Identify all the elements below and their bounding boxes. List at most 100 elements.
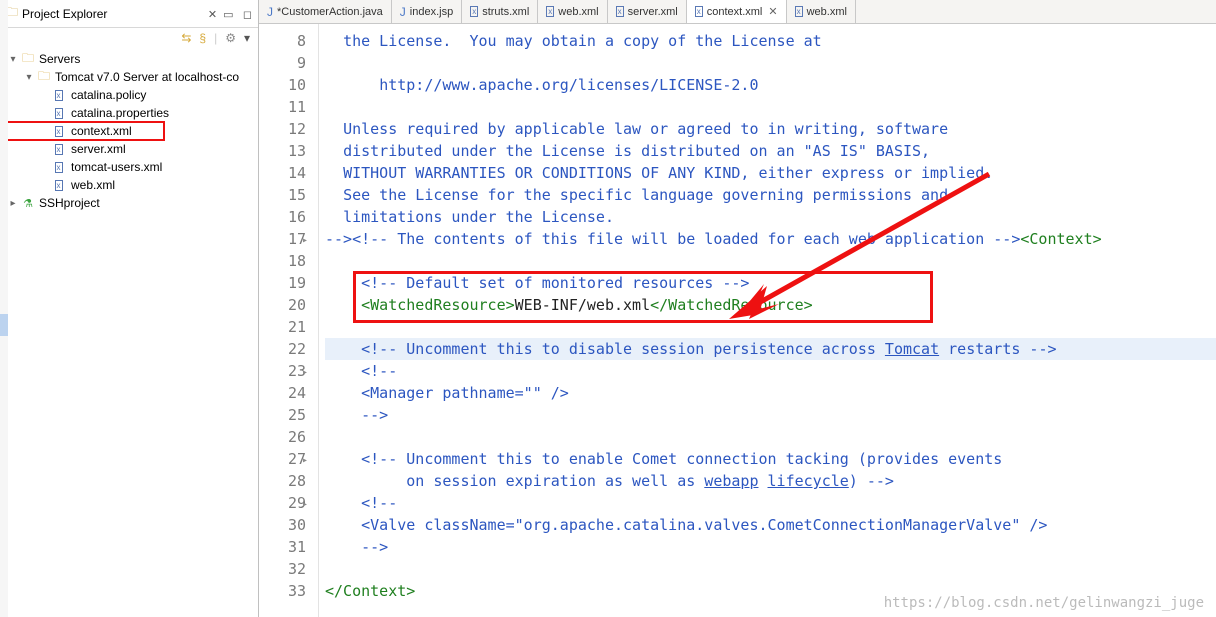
- editor-tab[interactable]: x struts.xml: [462, 0, 538, 23]
- tree-label: SSHproject: [39, 196, 100, 210]
- tab-label: context.xml: [707, 6, 763, 18]
- tab-label: *CustomerAction.java: [277, 6, 383, 18]
- editor-body: 8910111213141516171819202122232425262728…: [259, 24, 1216, 617]
- line-number: 28: [259, 470, 306, 492]
- link-icon[interactable]: ⇆: [181, 31, 191, 45]
- code-line[interactable]: -->: [325, 536, 1216, 558]
- line-number: 10: [259, 74, 306, 96]
- code-line[interactable]: distributed under the License is distrib…: [325, 140, 1216, 162]
- project-explorer-panel: 🗀 Project Explorer ✕ ▭ ◻ ⇆ § | ⚙ ▾ ▾🗀 Se…: [0, 0, 259, 617]
- tree-node-file[interactable]: x server.xml: [4, 140, 258, 158]
- tree-label: Tomcat v7.0 Server at localhost-co: [55, 70, 239, 84]
- line-number: 16: [259, 206, 306, 228]
- code-line[interactable]: limitations under the License.: [325, 206, 1216, 228]
- editor-tab[interactable]: xserver.xml: [608, 0, 687, 23]
- line-number: 21: [259, 316, 306, 338]
- editor-tab[interactable]: J *CustomerAction.java: [259, 0, 392, 23]
- code-line[interactable]: <!-- Uncomment this to enable Comet conn…: [325, 448, 1216, 470]
- annotation-red-box: [353, 271, 933, 323]
- line-number: 22: [259, 338, 306, 360]
- code-line[interactable]: the License. You may obtain a copy of th…: [325, 30, 1216, 52]
- line-number: 27: [259, 448, 306, 470]
- line-number: 24: [259, 382, 306, 404]
- code-line[interactable]: [325, 52, 1216, 74]
- code-line[interactable]: --><!-- The contents of this file will b…: [325, 228, 1216, 250]
- editor-tab[interactable]: xweb.xml: [538, 0, 607, 23]
- xml-icon: x: [470, 6, 478, 17]
- explorer-toolbar: ⇆ § | ⚙ ▾: [0, 28, 258, 48]
- line-number: 25: [259, 404, 306, 426]
- code-line[interactable]: [325, 558, 1216, 580]
- tab-label: server.xml: [628, 6, 678, 18]
- line-number: 23: [259, 360, 306, 382]
- line-number: 9: [259, 52, 306, 74]
- tree-node-file-context-xml[interactable]: x context.xml: [4, 122, 164, 140]
- view-menu-icon[interactable]: ⚙: [225, 31, 236, 45]
- code-area[interactable]: the License. You may obtain a copy of th…: [319, 24, 1216, 617]
- line-number: 33: [259, 580, 306, 602]
- xml-icon: x: [695, 6, 703, 17]
- tree-label: server.xml: [71, 142, 126, 156]
- editor-tab[interactable]: Jindex.jsp: [392, 0, 462, 23]
- code-line[interactable]: <Valve className="org.apache.catalina.va…: [325, 514, 1216, 536]
- code-line[interactable]: <!--: [325, 492, 1216, 514]
- explorer-titlebar: 🗀 Project Explorer ✕ ▭ ◻: [0, 0, 258, 28]
- tree-node-tomcat[interactable]: ▾🗀 Tomcat v7.0 Server at localhost-co: [4, 68, 258, 86]
- tree-label: catalina.properties: [71, 106, 169, 120]
- tab-label: web.xml: [807, 6, 847, 18]
- code-line[interactable]: [325, 426, 1216, 448]
- tree-node-file[interactable]: x catalina.policy: [4, 86, 258, 104]
- code-line[interactable]: <!--: [325, 360, 1216, 382]
- code-line[interactable]: <!-- Uncomment this to disable session p…: [325, 338, 1216, 360]
- editor-tab[interactable]: x context.xml ✕: [687, 0, 787, 23]
- code-line[interactable]: See the License for the specific languag…: [325, 184, 1216, 206]
- explorer-title: Project Explorer: [22, 7, 202, 21]
- line-number: 15: [259, 184, 306, 206]
- line-number: 13: [259, 140, 306, 162]
- minimize-icon[interactable]: ▭: [223, 9, 233, 21]
- line-number: 8: [259, 30, 306, 52]
- line-number: 17: [259, 228, 306, 250]
- maximize-icon[interactable]: ◻: [243, 9, 252, 21]
- tree-node-file[interactable]: x catalina.properties: [4, 104, 258, 122]
- line-number: 32: [259, 558, 306, 580]
- code-line[interactable]: -->: [325, 404, 1216, 426]
- editor-area: J *CustomerAction.java Jindex.jsp x struts.x…: [259, 0, 1216, 617]
- line-number: 31: [259, 536, 306, 558]
- tree-node-servers[interactable]: ▾🗀 Servers: [4, 50, 258, 68]
- code-line[interactable]: http://www.apache.org/licenses/LICENSE-2…: [325, 74, 1216, 96]
- editor-tab[interactable]: x web.xml: [787, 0, 856, 23]
- tree-label: Servers: [39, 52, 80, 66]
- focus-icon[interactable]: §: [199, 31, 206, 45]
- java-icon: J: [267, 5, 273, 19]
- line-number: 14: [259, 162, 306, 184]
- tab-label: index.jsp: [410, 6, 453, 18]
- java-icon: J: [400, 5, 406, 19]
- tree-view[interactable]: ▾🗀 Servers ▾🗀 Tomcat v7.0 Server at loca…: [0, 48, 258, 617]
- dropdown-icon[interactable]: ▾: [244, 31, 250, 45]
- code-line[interactable]: WITHOUT WARRANTIES OR CONDITIONS OF ANY …: [325, 162, 1216, 184]
- line-number: 26: [259, 426, 306, 448]
- xml-icon: x: [795, 6, 803, 17]
- separator: |: [214, 31, 217, 45]
- close-icon[interactable]: ✕: [768, 5, 777, 18]
- line-number: 29: [259, 492, 306, 514]
- tree-label: web.xml: [71, 178, 115, 192]
- code-line[interactable]: <Manager pathname="" />: [325, 382, 1216, 404]
- line-number: 19: [259, 272, 306, 294]
- tree-node-file[interactable]: x web.xml: [4, 176, 258, 194]
- code-line[interactable]: on session expiration as well as webapp …: [325, 470, 1216, 492]
- xml-icon: x: [546, 6, 554, 17]
- close-icon[interactable]: ✕: [208, 9, 217, 21]
- code-line[interactable]: Unless required by applicable law or agr…: [325, 118, 1216, 140]
- tree-label: catalina.policy: [71, 88, 146, 102]
- tree-label: context.xml: [71, 124, 132, 138]
- tree-label: tomcat-users.xml: [71, 160, 162, 174]
- tab-label: struts.xml: [482, 6, 529, 18]
- code-line[interactable]: [325, 96, 1216, 118]
- tree-node-file[interactable]: x tomcat-users.xml: [4, 158, 258, 176]
- line-number: 18: [259, 250, 306, 272]
- line-number: 20: [259, 294, 306, 316]
- tree-node-ssh[interactable]: ▸⚗ SSHproject: [4, 194, 258, 212]
- code-line[interactable]: [325, 250, 1216, 272]
